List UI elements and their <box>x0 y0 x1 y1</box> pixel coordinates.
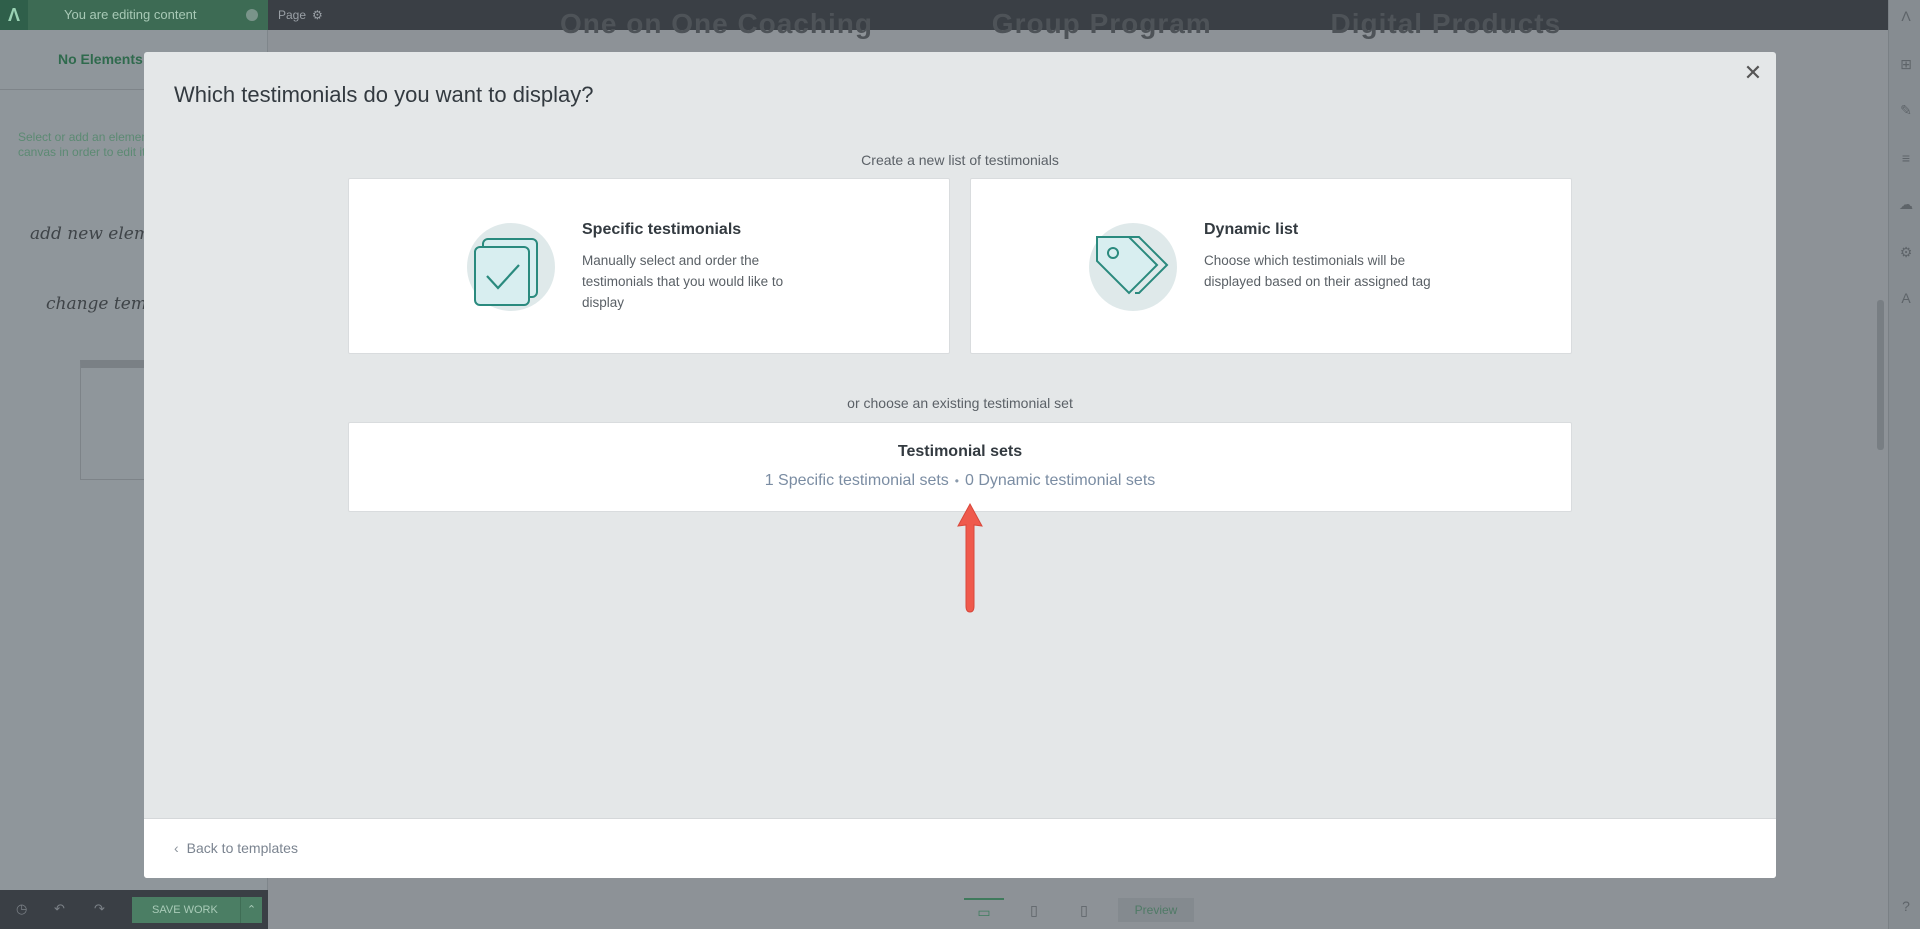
close-icon[interactable]: ✕ <box>1742 62 1764 84</box>
back-to-templates-button[interactable]: ‹ Back to templates <box>174 840 298 856</box>
undo-icon[interactable]: ↶ <box>54 902 68 916</box>
save-work-label: SAVE WORK <box>152 904 218 916</box>
editing-status-bar: You are editing content <box>28 0 268 30</box>
dynamic-sets-link[interactable]: 0 Dynamic testimonial sets <box>965 472 1155 489</box>
canvas-heading: Digital Products <box>1330 8 1562 39</box>
testimonials-modal: ✕ Which testimonials do you want to disp… <box>144 52 1776 878</box>
canvas-heading: Group Program <box>991 8 1212 39</box>
existing-set-label: or choose an existing testimonial set <box>847 395 1073 411</box>
separator-dot: • <box>954 474 959 488</box>
annotation-arrow-icon <box>957 502 983 613</box>
testimonial-sets-title: Testimonial sets <box>897 443 1023 460</box>
dynamic-description: Choose which testimonials will be displa… <box>1204 253 1431 289</box>
editing-status-text: You are editing content <box>64 7 197 22</box>
dynamic-list-card[interactable]: Dynamic list Choose which testimonials w… <box>970 178 1572 354</box>
chevron-up-icon[interactable]: ⌃ <box>240 897 262 923</box>
modal-title: Which testimonials do you want to displa… <box>174 82 594 107</box>
specific-sets-link[interactable]: 1 Specific testimonial sets <box>765 472 949 489</box>
canvas-headings: One on One Coaching Group Program Digita… <box>560 8 1671 40</box>
layers-icon[interactable]: ≡ <box>1898 150 1914 166</box>
modal-footer: ‹ Back to templates <box>144 818 1776 878</box>
history-icon[interactable]: ◷ <box>16 902 30 916</box>
settings-icon[interactable]: ⚙ <box>1898 244 1914 260</box>
create-new-label: Create a new list of testimonials <box>861 152 1059 168</box>
canvas-scrollbar[interactable] <box>1874 30 1886 890</box>
add-element-icon[interactable]: ⊞ <box>1898 56 1914 72</box>
page-settings[interactable]: Page ⚙ <box>278 0 323 30</box>
canvas-heading: One on One Coaching <box>560 8 874 39</box>
back-to-templates-label: Back to templates <box>186 840 298 856</box>
redo-icon[interactable]: ↷ <box>94 902 108 916</box>
save-work-button[interactable]: SAVE WORK ⌃ <box>132 897 262 923</box>
help-icon[interactable]: ? <box>1898 898 1914 914</box>
translate-icon[interactable]: A <box>1898 290 1914 306</box>
chevron-left-icon: ‹ <box>174 840 179 856</box>
page-label: Page <box>278 8 307 22</box>
right-toolbar: Λ ⊞ ✎ ≡ ☁ ⚙ A ? <box>1888 0 1920 929</box>
specific-description: Manually select and order the testimonia… <box>582 253 784 310</box>
info-icon[interactable] <box>246 9 258 21</box>
specific-testimonials-card[interactable]: Specific testimonials Manually select an… <box>348 178 950 354</box>
tag-icon <box>1089 223 1177 311</box>
cloud-icon[interactable]: ☁ <box>1898 196 1914 212</box>
app-logo[interactable]: Λ <box>0 0 28 30</box>
scrollbar-thumb[interactable] <box>1877 300 1884 450</box>
specific-title: Specific testimonials <box>582 221 742 238</box>
testimonial-sets-card: Testimonial sets 1 Specific testimonial … <box>348 422 1572 512</box>
desktop-view-icon[interactable]: ▭ <box>964 898 1004 922</box>
preview-button[interactable]: Preview <box>1118 898 1194 922</box>
mobile-view-icon[interactable]: ▯ <box>1064 898 1104 922</box>
tablet-view-icon[interactable]: ▯ <box>1014 898 1054 922</box>
gear-icon: ⚙ <box>312 8 323 22</box>
testimonial-sets-links: 1 Specific testimonial sets • 0 Dynamic te… <box>349 472 1571 490</box>
editor-bottombar: ◷ ↶ ↷ SAVE WORK ⌃ <box>0 890 268 929</box>
logo-icon: Λ <box>1901 8 1911 24</box>
dynamic-title: Dynamic list <box>1204 221 1299 238</box>
brush-icon[interactable]: ✎ <box>1898 102 1914 118</box>
checkbox-stack-icon <box>467 223 555 311</box>
